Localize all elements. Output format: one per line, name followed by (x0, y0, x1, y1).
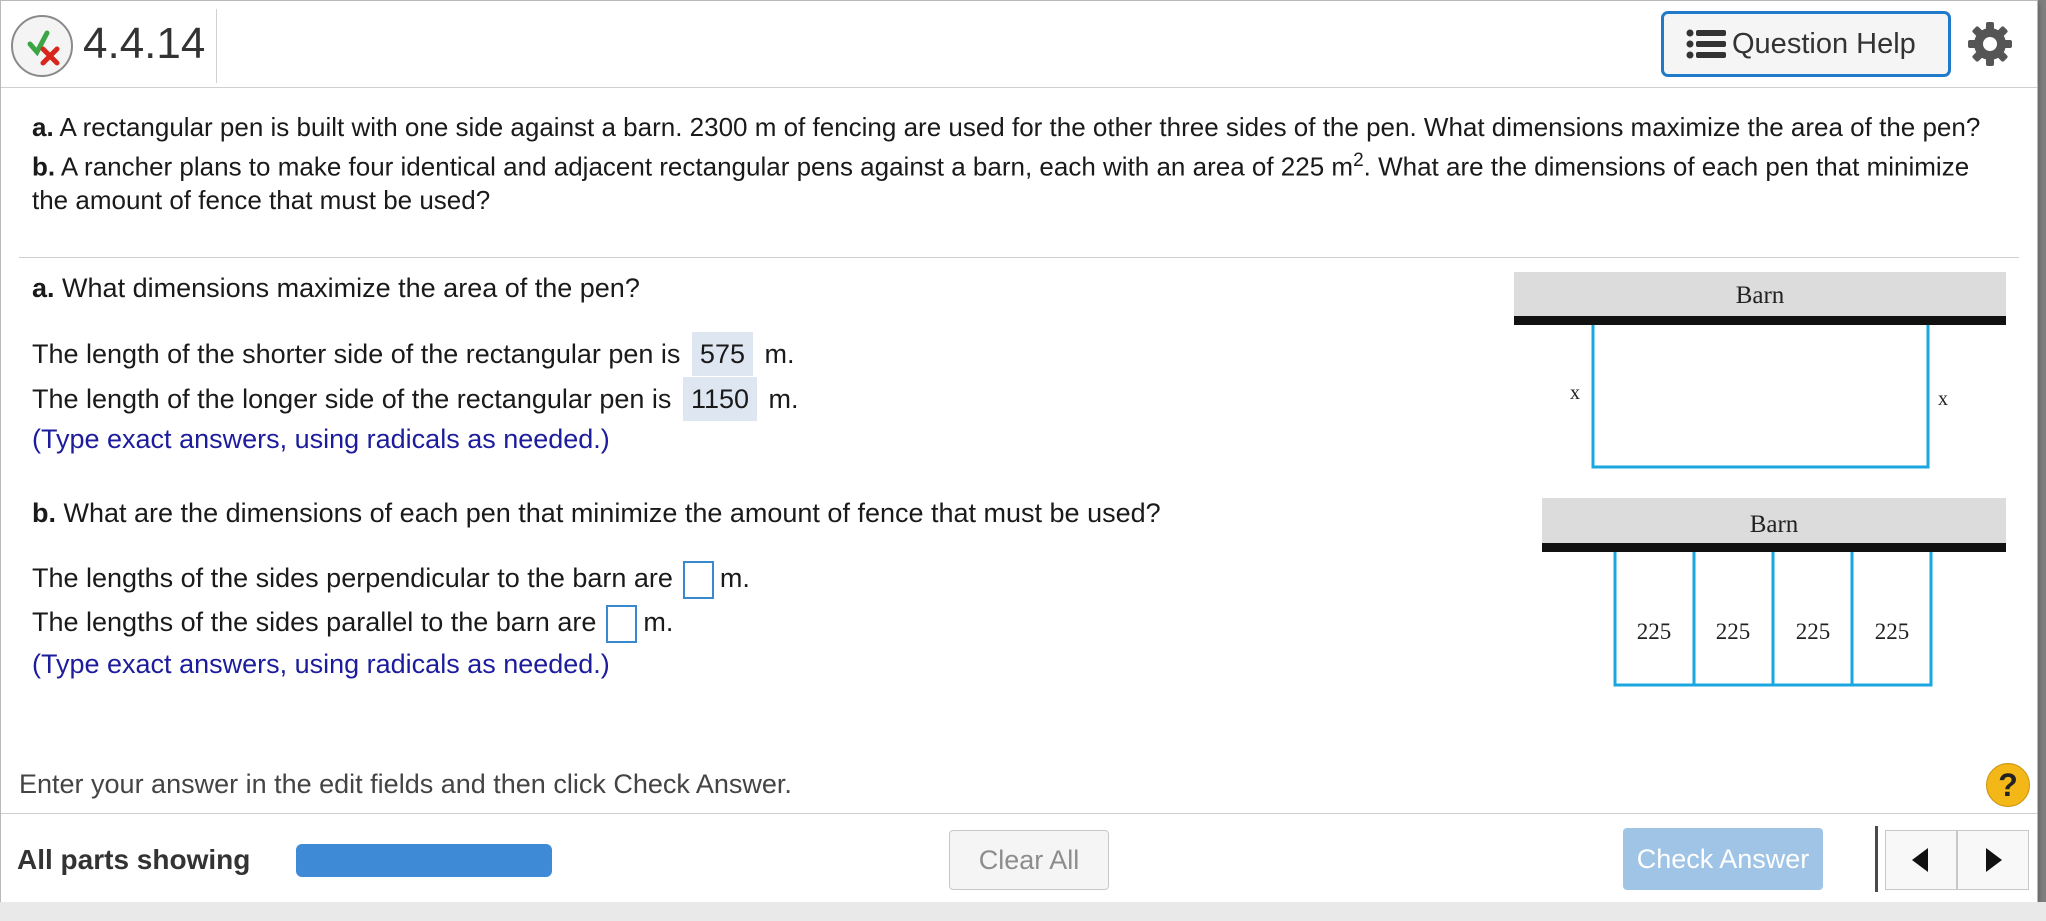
part-a-prefix: a. (32, 112, 54, 142)
triangle-right-icon (1986, 848, 2002, 872)
gear-icon[interactable] (1967, 21, 2013, 67)
question-help-label: Question Help (1732, 27, 1916, 60)
pen-area-label-3: 225 (1796, 619, 1831, 644)
unit-label: m. (768, 384, 799, 414)
pen-side-label-right: x (1938, 388, 1948, 410)
instruction-text: Enter your answer in the edit fields and… (19, 769, 792, 799)
longer-side-answer[interactable]: 1150 (682, 377, 757, 421)
shorter-side-label: The length of the shorter side of the re… (32, 339, 681, 369)
problem-part-a: a. A rectangular pen is built with one s… (32, 111, 2002, 144)
problem-part-b: b. A rancher plans to make four identica… (32, 144, 2002, 217)
pen-area-label-1: 225 (1637, 619, 1672, 644)
problem-statement: a. A rectangular pen is built with one s… (32, 111, 2002, 217)
previous-button[interactable] (1885, 830, 1957, 890)
perpendicular-label: The lengths of the sides perpendicular t… (32, 563, 673, 594)
perpendicular-input[interactable] (682, 561, 714, 599)
barn-label-b: Barn (1750, 511, 1799, 538)
parallel-row: The lengths of the sides parallel to the… (32, 605, 673, 643)
question-help-button[interactable]: Question Help (1661, 11, 1951, 77)
triangle-left-icon (1912, 848, 1928, 872)
barn-four-pens-figure: Barn 225 225 225 225 (1542, 498, 2006, 687)
pen-area-label-2: 225 (1716, 619, 1751, 644)
part-b-hint: (Type exact answers, using radicals as n… (32, 649, 610, 679)
pen-side-label-left: x (1570, 382, 1580, 404)
shorter-side-row: The length of the shorter side of the re… (32, 332, 795, 376)
parts-showing-label: All parts showing (17, 844, 251, 875)
section-divider (19, 257, 2019, 258)
nav-divider (1875, 826, 1878, 892)
parallel-label: The lengths of the sides parallel to the… (32, 607, 597, 638)
unit-label: m. (643, 607, 674, 638)
parallel-input[interactable] (606, 605, 638, 643)
longer-side-row: The length of the longer side of the rec… (32, 377, 799, 421)
part-b-text: A rancher plans to make four identical a… (60, 151, 1354, 182)
shorter-side-answer[interactable]: 575 (691, 332, 753, 376)
barn-wall-a (1514, 316, 2006, 325)
pen-outline-a (1591, 325, 1930, 469)
part-a-question-text: What dimensions maximize the area of the… (62, 273, 640, 303)
barn-single-pen-figure: Barn x x (1514, 272, 2006, 469)
longer-side-label: The length of the longer side of the rec… (32, 384, 672, 414)
unit-label: m. (764, 339, 795, 369)
part-a-hint: (Type exact answers, using radicals as n… (32, 424, 610, 454)
barn-label-a: Barn (1736, 282, 1785, 309)
part-b-label: b. (32, 498, 56, 528)
question-number: 4.4.14 (83, 19, 206, 68)
question-footer: All parts showing Clear All Check Answer (1, 813, 2037, 902)
part-a-text: A rectangular pen is built with one side… (59, 112, 1981, 142)
part-b-question-text: What are the dimensions of each pen that… (63, 498, 1161, 528)
check-answer-button[interactable]: Check Answer (1623, 828, 1823, 890)
pen-area-label-4: 225 (1875, 619, 1910, 644)
question-panel: 4.4.14 Question Help a. A rectangular pe… (0, 0, 2038, 902)
unit-label: m. (719, 563, 750, 594)
area-exponent: 2 (1353, 150, 1364, 171)
list-icon (1686, 29, 1726, 59)
perpendicular-row: The lengths of the sides perpendicular t… (32, 561, 750, 599)
part-b-prefix: b. (32, 151, 56, 182)
part-a-label: a. (32, 273, 55, 303)
next-button[interactable] (1957, 830, 2029, 890)
part-a-question: a. What dimensions maximize the area of … (32, 273, 640, 304)
question-header: 4.4.14 Question Help (1, 1, 2037, 88)
parts-progress-bar (296, 844, 552, 877)
partial-correct-icon (11, 15, 73, 77)
background-strip (0, 902, 2046, 921)
header-divider (216, 9, 217, 83)
help-question-icon[interactable]: ? (1986, 763, 2030, 807)
part-b-question: b. What are the dimensions of each pen t… (32, 498, 1161, 529)
barn-wall-b (1542, 543, 2006, 552)
clear-all-button[interactable]: Clear All (949, 830, 1109, 890)
